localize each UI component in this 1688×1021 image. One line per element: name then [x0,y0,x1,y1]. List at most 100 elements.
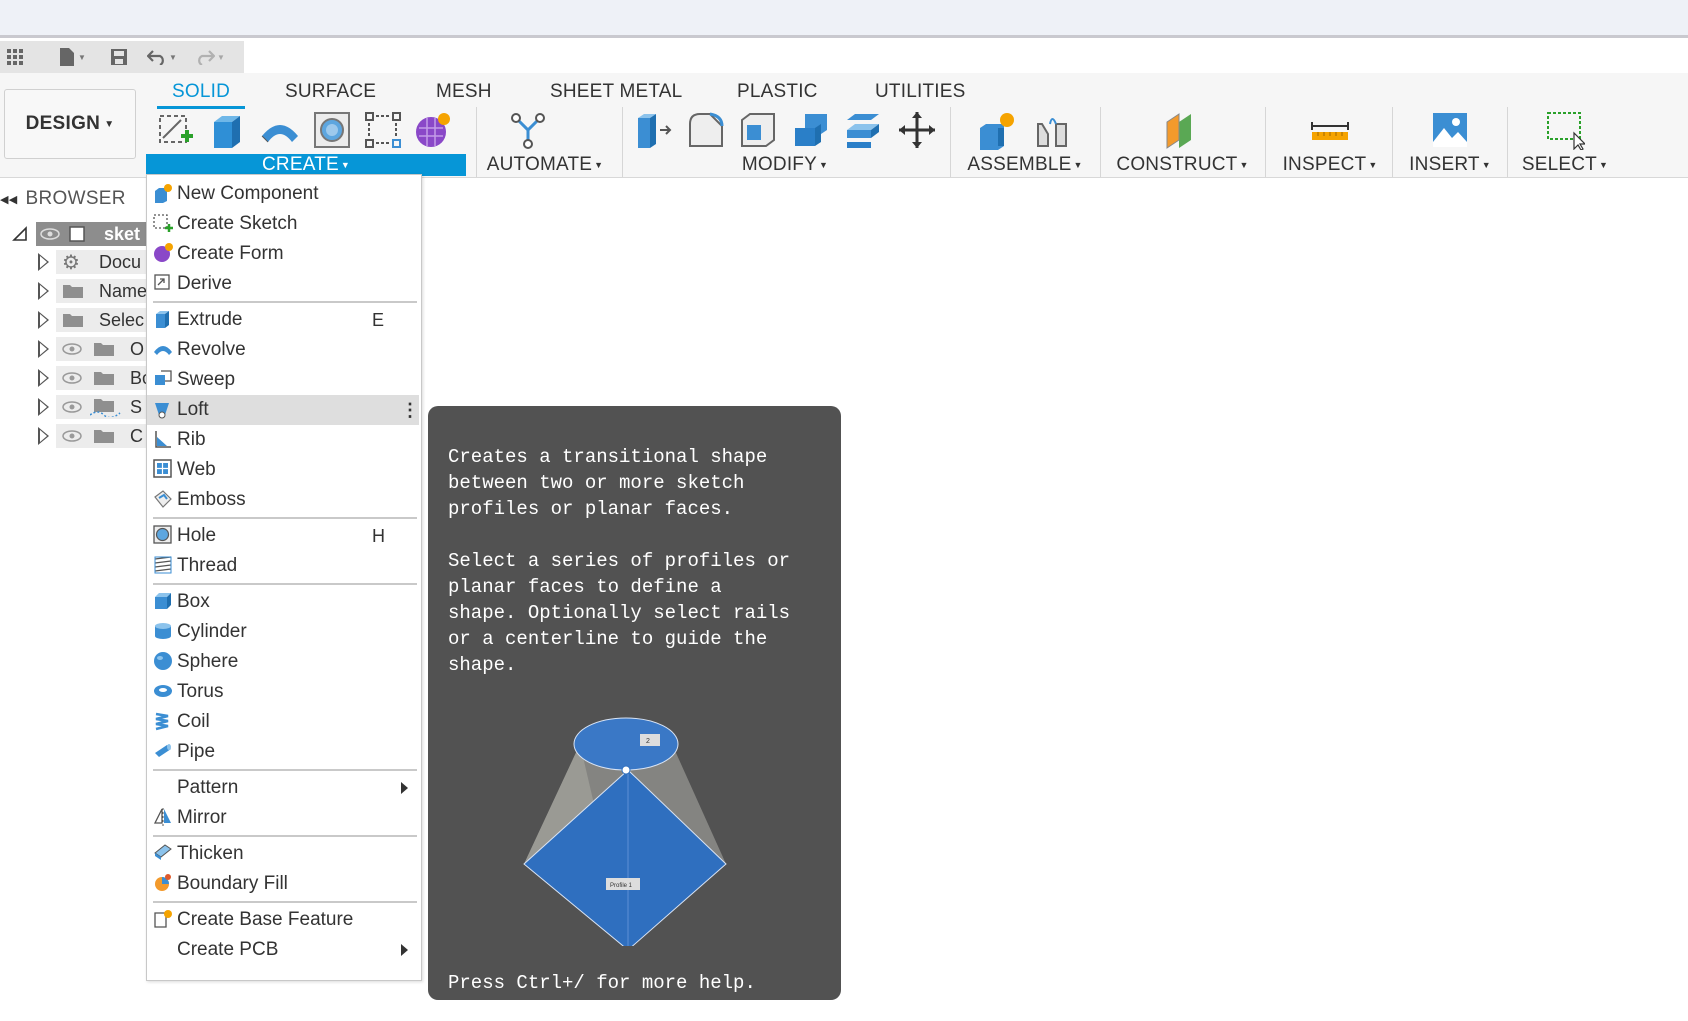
menu-item-derive[interactable]: Derive [147,269,419,299]
visibility-eye-icon[interactable] [62,429,82,443]
inspect-group-label: INSPECT [1282,154,1367,175]
select-dropdown[interactable]: SELECT ▼ [1515,154,1615,176]
automate-tool-icon[interactable] [508,109,548,151]
collapsed-triangle-icon[interactable] [36,311,50,329]
visibility-eye-icon[interactable] [62,400,82,414]
tab-plastic[interactable]: PLASTIC [737,81,818,103]
workspace-switcher[interactable]: DESIGN ▼ [4,89,136,159]
grid-icon[interactable] [2,44,28,70]
menu-item-box[interactable]: Box [147,587,419,617]
menu-item-coil[interactable]: Coil [147,707,419,737]
browser-row-named-views[interactable]: Name [0,277,147,305]
menu-item-create-sketch[interactable]: Create Sketch [147,209,419,239]
menu-item-extrude[interactable]: Extrude E [147,305,419,335]
offset-face-tool-icon[interactable] [843,109,883,151]
collapsed-triangle-icon[interactable] [36,427,50,445]
revolve-tool-icon[interactable] [260,109,300,151]
press-pull-tool-icon[interactable] [634,109,674,151]
menu-item-pipe[interactable]: Pipe [147,737,419,767]
browser-row-label: sket [104,223,141,244]
extrude-tool-icon[interactable] [206,109,246,151]
modify-dropdown[interactable]: MODIFY ▼ [700,154,870,176]
new-component-tool-icon[interactable] [978,109,1018,151]
menu-item-cylinder[interactable]: Cylinder [147,617,419,647]
expanded-triangle-icon[interactable] [12,226,28,242]
menu-item-rib[interactable]: Rib [147,425,419,455]
collapsed-triangle-icon[interactable] [36,340,50,358]
create-dropdown[interactable]: CREATE ▼ [146,154,466,176]
collapsed-triangle-icon[interactable] [36,282,50,300]
collapsed-triangle-icon[interactable] [36,253,50,271]
move-copy-tool-icon[interactable] [897,109,937,151]
modify-group-label: MODIFY [741,154,817,175]
collapsed-triangle-icon[interactable] [36,398,50,416]
menu-item-new-component[interactable]: New Component [147,179,419,209]
menu-item-web[interactable]: Web [147,455,419,485]
browser-row-bodies[interactable]: Bo [0,364,147,392]
menu-separator [153,769,417,771]
create-sketch-tool-icon[interactable] [155,109,195,151]
assemble-dropdown[interactable]: ASSEMBLE ▼ [960,154,1090,176]
browser-row-construction[interactable]: C [0,422,147,450]
browser-row-document-settings[interactable]: ⚙ Docu [0,248,147,276]
joint-tool-icon[interactable] [1032,109,1072,151]
combine-tool-icon[interactable] [791,109,831,151]
menu-item-thicken[interactable]: Thicken [147,839,419,869]
profile-2-label: 2 [646,738,650,745]
visibility-eye-icon[interactable] [40,227,60,241]
menu-item-torus[interactable]: Torus [147,677,419,707]
menu-item-create-form[interactable]: Create Form [147,239,419,269]
measure-tool-icon[interactable] [1310,109,1350,151]
menu-item-thread[interactable]: Thread [147,551,419,581]
more-options-icon[interactable]: ⋮ [401,400,419,421]
browser-row-selection-sets[interactable]: Selec [0,306,147,334]
construct-dropdown[interactable]: CONSTRUCT ▼ [1110,154,1255,176]
menu-item-create-base-feature[interactable]: Create Base Feature [147,905,419,935]
menu-item-boundary-fill[interactable]: Boundary Fill [147,869,419,899]
menu-item-hole[interactable]: Hole H [147,521,419,551]
tab-utilities[interactable]: UTILITIES [875,81,965,103]
menu-item-create-pcb[interactable]: Create PCB [147,935,419,965]
menu-item-sweep[interactable]: Sweep [147,365,419,395]
collapse-panel-icon[interactable]: ◀◀ [0,193,18,206]
hole-tool-icon[interactable] [312,109,352,151]
menu-item-label: Pattern [177,777,239,798]
browser-row-sketches[interactable]: S [0,393,147,421]
sweep-icon [155,370,172,385]
insert-image-tool-icon[interactable] [1430,109,1470,151]
visibility-eye-icon[interactable] [62,371,82,385]
browser-row-origin[interactable]: O [0,335,147,363]
automate-dropdown[interactable]: AUTOMATE ▼ [480,154,610,176]
shortcut-label: E [372,309,385,330]
menu-item-sphere[interactable]: Sphere [147,647,419,677]
automate-group-label: AUTOMATE [486,154,593,175]
fillet-tool-icon[interactable] [686,109,726,151]
insert-dropdown[interactable]: INSERT ▼ [1400,154,1500,176]
menu-item-emboss[interactable]: Emboss [147,485,419,515]
offset-plane-tool-icon[interactable] [1163,109,1203,151]
dropdown-caret-icon: ▼ [1481,160,1491,170]
inspect-dropdown[interactable]: INSPECT ▼ [1275,154,1385,176]
browser-row-root[interactable]: sket [0,220,147,248]
shortcut-label: H [372,525,385,546]
create-form-tool-icon[interactable] [413,109,453,151]
shell-tool-icon[interactable] [738,109,778,151]
select-group-label: SELECT [1521,154,1597,175]
collapsed-triangle-icon[interactable] [36,369,50,387]
tab-mesh[interactable]: MESH [436,81,492,103]
rectangular-pattern-tool-icon[interactable] [363,109,403,151]
tab-solid[interactable]: SOLID [172,81,230,103]
browser-header[interactable]: ◀◀ BROWSER [0,188,126,210]
file-icon[interactable]: ▼ [46,44,98,70]
menu-item-loft[interactable]: Loft ⋮ [147,395,419,425]
select-tool-icon[interactable] [1545,109,1585,151]
visibility-eye-icon[interactable] [62,342,82,356]
menu-item-revolve[interactable]: Revolve [147,335,419,365]
menu-item-mirror[interactable]: Mirror [147,803,419,833]
save-icon[interactable] [102,44,136,70]
undo-icon[interactable]: ▼ [140,44,184,70]
menu-item-pattern[interactable]: Pattern [147,773,419,803]
redo-icon[interactable]: ▼ [188,44,232,70]
tab-surface[interactable]: SURFACE [285,81,376,103]
tab-sheet-metal[interactable]: SHEET METAL [550,81,682,103]
